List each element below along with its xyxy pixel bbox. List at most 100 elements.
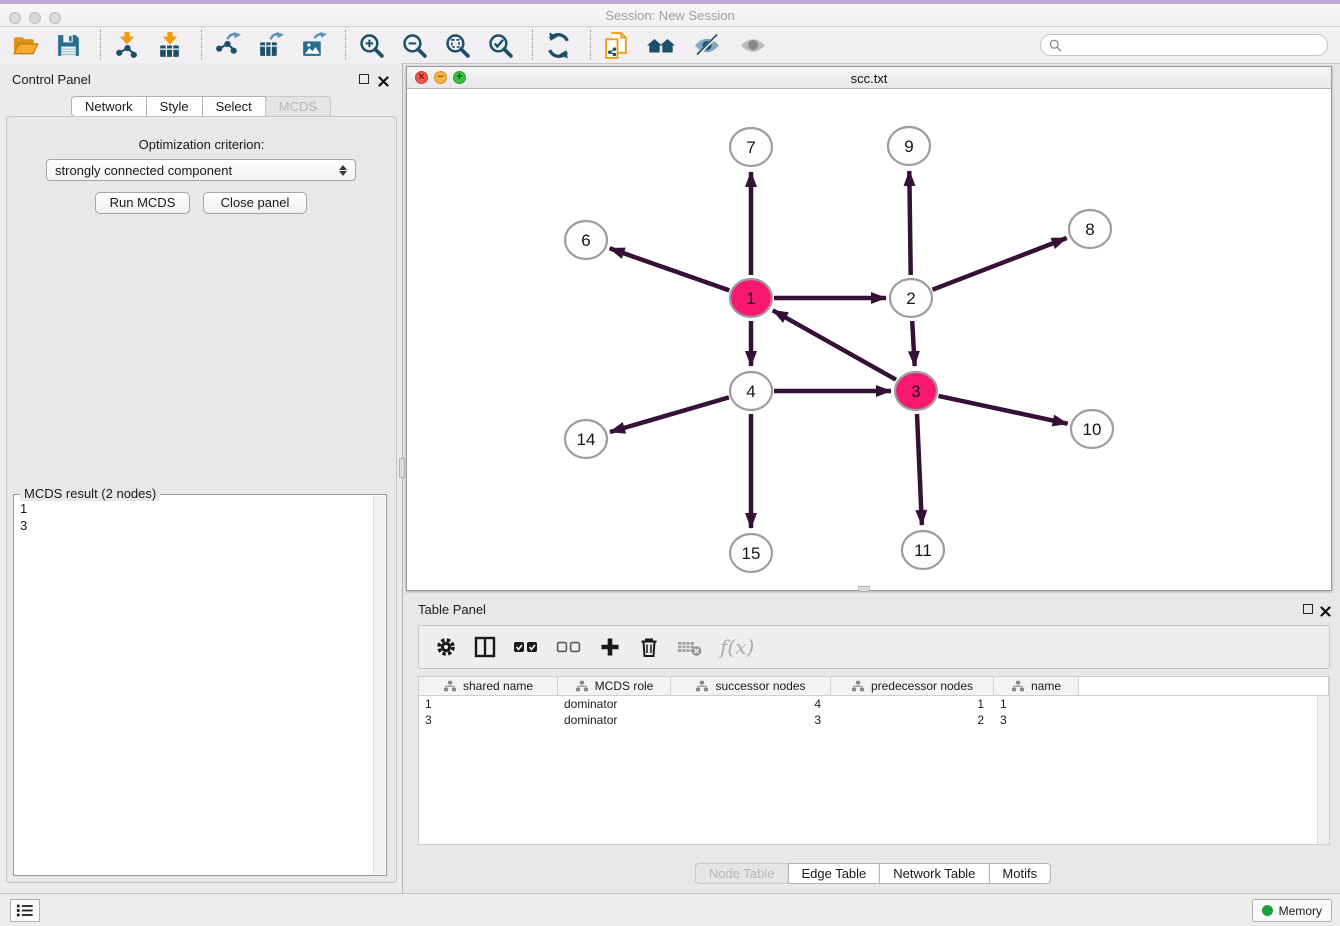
cell-name: 3 bbox=[994, 712, 1079, 728]
toolbar-separator bbox=[201, 30, 202, 60]
tab-network-table[interactable]: Network Table bbox=[879, 863, 989, 884]
tab-mcds[interactable]: MCDS bbox=[265, 96, 331, 117]
cell-shared-name: 1 bbox=[419, 696, 558, 712]
tab-style[interactable]: Style bbox=[146, 96, 203, 117]
control-panel-title: Control Panel bbox=[12, 72, 91, 87]
tab-motifs[interactable]: Motifs bbox=[988, 863, 1051, 884]
vertical-splitter-handle[interactable] bbox=[399, 458, 405, 478]
show-all-icon[interactable] bbox=[738, 32, 768, 59]
zoom-out-icon[interactable] bbox=[401, 32, 428, 59]
task-history-button[interactable] bbox=[10, 899, 40, 922]
export-network-icon[interactable] bbox=[214, 32, 241, 59]
refresh-icon[interactable] bbox=[545, 32, 572, 59]
table-row-2[interactable]: 3dominator323 bbox=[419, 712, 1329, 728]
graph-edge-2-9[interactable] bbox=[909, 171, 910, 275]
close-panel-icon[interactable] bbox=[378, 74, 389, 85]
column-header-name[interactable]: name bbox=[994, 677, 1079, 695]
mcds-result-label: MCDS result (2 nodes) bbox=[20, 486, 160, 501]
graph-node-label-8: 8 bbox=[1085, 220, 1094, 239]
mcds-panel: Optimization criterion: strongly connect… bbox=[6, 116, 397, 883]
graph-node-label-2: 2 bbox=[906, 289, 915, 308]
float-panel-icon[interactable] bbox=[359, 74, 369, 84]
close-table-panel-icon[interactable] bbox=[1320, 604, 1331, 615]
graph-edge-2-8[interactable] bbox=[933, 238, 1067, 290]
mcds-result-text[interactable]: 1 3 bbox=[20, 500, 370, 871]
table-scrollbar[interactable] bbox=[1317, 696, 1329, 844]
network-canvas[interactable]: 7968124314101511 bbox=[407, 89, 1331, 590]
export-table-icon[interactable] bbox=[257, 32, 284, 59]
fit-content-icon[interactable] bbox=[444, 32, 471, 59]
graph-node-label-7: 7 bbox=[746, 138, 755, 157]
home-icon[interactable] bbox=[646, 32, 676, 59]
float-table-panel-icon[interactable] bbox=[1303, 604, 1313, 614]
window-titlebar: Session: New Session bbox=[0, 4, 1340, 27]
memory-label: Memory bbox=[1279, 904, 1322, 918]
column-header-shared-name[interactable]: shared name bbox=[419, 677, 558, 695]
import-table-icon[interactable] bbox=[156, 32, 183, 59]
main-toolbar bbox=[0, 27, 1340, 64]
graph-edge-3-1[interactable] bbox=[773, 310, 896, 379]
search-box[interactable] bbox=[1040, 34, 1328, 56]
column-header-MCDS-role[interactable]: MCDS role bbox=[558, 677, 671, 695]
network-window-titlebar: × − + scc.txt bbox=[407, 67, 1331, 89]
unselect-all-rows-icon[interactable] bbox=[556, 636, 582, 658]
result-scrollbar[interactable] bbox=[373, 496, 385, 874]
import-network-icon[interactable] bbox=[113, 32, 140, 59]
column-header-filler bbox=[1079, 677, 1329, 695]
open-session-icon[interactable] bbox=[12, 32, 39, 59]
cell-shared-name: 3 bbox=[419, 712, 558, 728]
export-image-icon[interactable] bbox=[300, 32, 327, 59]
tab-node-table[interactable]: Node Table bbox=[695, 863, 789, 884]
zoom-in-icon[interactable] bbox=[358, 32, 385, 59]
control-panel-tabs: NetworkStyleSelectMCDS bbox=[71, 96, 331, 117]
graph-node-label-11: 11 bbox=[914, 541, 932, 560]
list-icon bbox=[16, 903, 34, 918]
graph-node-label-14: 14 bbox=[577, 430, 596, 449]
toolbar-separator bbox=[345, 30, 346, 60]
graph-edge-1-6[interactable] bbox=[610, 248, 730, 290]
graph-node-label-9: 9 bbox=[904, 137, 913, 156]
cell-successor-nodes: 4 bbox=[671, 696, 831, 712]
graph-edge-4-14[interactable] bbox=[610, 397, 729, 432]
column-header-successor-nodes[interactable]: successor nodes bbox=[671, 677, 831, 695]
close-panel-button[interactable]: Close panel bbox=[203, 192, 307, 214]
table-toolbar: f(x) bbox=[418, 625, 1330, 669]
graph-node-label-4: 4 bbox=[746, 382, 755, 401]
cell-MCDS-role: dominator bbox=[558, 712, 671, 728]
memory-button[interactable]: Memory bbox=[1252, 899, 1332, 922]
zoom-selected-icon[interactable] bbox=[487, 32, 514, 59]
graph-edge-3-10[interactable] bbox=[939, 396, 1068, 424]
tab-select[interactable]: Select bbox=[202, 96, 266, 117]
criterion-value: strongly connected component bbox=[55, 163, 232, 178]
optimization-criterion-select[interactable]: strongly connected component bbox=[46, 159, 356, 181]
delete-column-icon[interactable] bbox=[638, 636, 660, 658]
tab-network[interactable]: Network bbox=[71, 96, 147, 117]
copy-network-icon[interactable] bbox=[603, 32, 630, 59]
column-header-predecessor-nodes[interactable]: predecessor nodes bbox=[831, 677, 994, 695]
gear-icon[interactable] bbox=[435, 636, 457, 658]
hide-selected-icon[interactable] bbox=[692, 32, 722, 59]
cell-MCDS-role: dominator bbox=[558, 696, 671, 712]
toolbar-separator bbox=[590, 30, 591, 60]
select-all-rows-icon[interactable] bbox=[513, 636, 539, 658]
graph-edge-3-11[interactable] bbox=[917, 414, 922, 525]
save-session-icon[interactable] bbox=[55, 32, 82, 59]
status-bar: Memory bbox=[0, 893, 1340, 926]
toolbar-separator bbox=[532, 30, 533, 60]
table-row-1[interactable]: 1dominator411 bbox=[419, 696, 1329, 712]
toolbar-separator bbox=[100, 30, 101, 60]
graph-edge-2-3[interactable] bbox=[912, 321, 915, 366]
run-mcds-button[interactable]: Run MCDS bbox=[95, 192, 190, 214]
application-window: Session: New Session Control Panel Netwo… bbox=[0, 0, 1340, 926]
tab-edge-table[interactable]: Edge Table bbox=[787, 863, 880, 884]
table-header-row: shared nameMCDS rolesuccessor nodesprede… bbox=[419, 677, 1329, 696]
optimization-criterion-label: Optimization criterion: bbox=[7, 137, 396, 152]
table-tabs: Node TableEdge TableNetwork TableMotifs bbox=[695, 863, 1051, 884]
split-columns-icon[interactable] bbox=[474, 636, 496, 658]
cell-predecessor-nodes: 1 bbox=[831, 696, 994, 712]
search-input[interactable] bbox=[1067, 37, 1319, 53]
horizontal-splitter-handle[interactable] bbox=[858, 586, 870, 592]
table-panel-title: Table Panel bbox=[418, 602, 486, 617]
add-column-icon[interactable] bbox=[599, 636, 621, 658]
select-stepper-icon bbox=[339, 165, 347, 176]
